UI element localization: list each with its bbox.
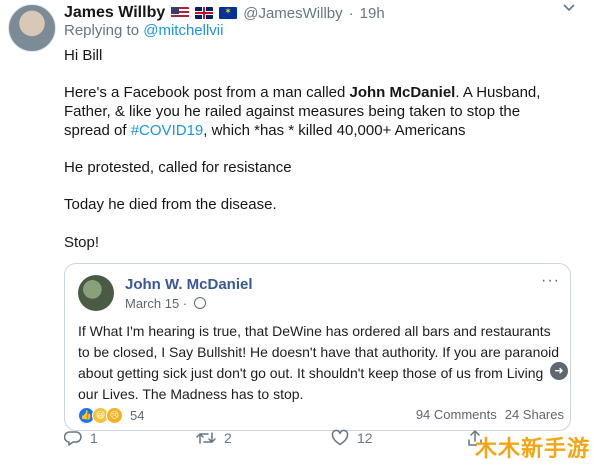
tweet-time[interactable]: 19h [360, 5, 385, 22]
fb-date-text: March 15 · [125, 296, 191, 311]
intro-bold-name: John McDaniel [349, 84, 456, 101]
retweet-button[interactable]: 2 [196, 429, 232, 447]
fb-comments: 94 Comments [415, 407, 497, 422]
tweet-header: James Willby @JamesWillby · 19h [64, 2, 385, 24]
globe-icon [193, 297, 206, 309]
like-button[interactable]: 12 [331, 429, 373, 447]
hashtag-link[interactable]: #COVID19 [131, 122, 204, 139]
uk-flag-icon [195, 7, 214, 19]
fb-avatar [78, 275, 114, 311]
retweet-count: 2 [224, 430, 232, 446]
paragraph-stop: Stop! [64, 234, 100, 251]
fb-more-icon: ··· [541, 272, 560, 289]
eu-flag-icon [219, 6, 238, 19]
us-flag-icon [171, 7, 190, 19]
avatar[interactable] [8, 4, 56, 52]
intro-text-c: , which *has * killed 40,000+ Americans [203, 122, 466, 139]
fb-reactions: 👍 😆 😢 54 [78, 407, 144, 424]
watermark: 木木新手游 [474, 437, 590, 462]
author-handle[interactable]: @JamesWillby [243, 5, 342, 22]
retweet-icon [196, 432, 216, 444]
fb-date: March 15 · [125, 296, 206, 311]
replying-to: Replying to @mitchellvii [64, 22, 223, 39]
paragraph-intro: Here's a Facebook post from a man called… [64, 83, 569, 140]
arrow-right-icon: ➜ [550, 362, 568, 380]
paragraph-protested: He protested, called for resistance [64, 159, 292, 176]
reply-icon [64, 431, 82, 446]
sad-reaction-icon: 😢 [106, 407, 123, 424]
facebook-post-card[interactable]: John W. McDaniel March 15 · ··· If What … [64, 263, 571, 431]
chevron-down-icon[interactable] [562, 0, 576, 17]
author-name[interactable]: James Willby [64, 4, 165, 22]
fb-author-name: John W. McDaniel [125, 276, 253, 293]
tweet: James Willby @JamesWillby · 19h Replying… [0, 0, 594, 467]
fb-shares: 24 Shares [504, 407, 564, 422]
fb-reaction-count: 54 [130, 408, 145, 423]
separator-dot: · [348, 4, 354, 22]
fb-post-text: If What I'm hearing is true, that DeWine… [78, 323, 560, 402]
reply-button[interactable]: 1 [64, 429, 98, 447]
reply-prefix: Replying to [64, 22, 144, 39]
heart-icon [331, 429, 349, 446]
paragraph-died: Today he died from the disease. [64, 196, 277, 213]
intro-text-a: Here's a Facebook post from a man called [64, 84, 350, 101]
greeting: Hi Bill [64, 47, 103, 64]
fb-stats: 94 Comments 24 Shares [416, 407, 564, 422]
like-count: 12 [357, 430, 373, 446]
reply-mention[interactable]: @mitchellvii [143, 22, 223, 39]
reply-count: 1 [90, 430, 98, 446]
